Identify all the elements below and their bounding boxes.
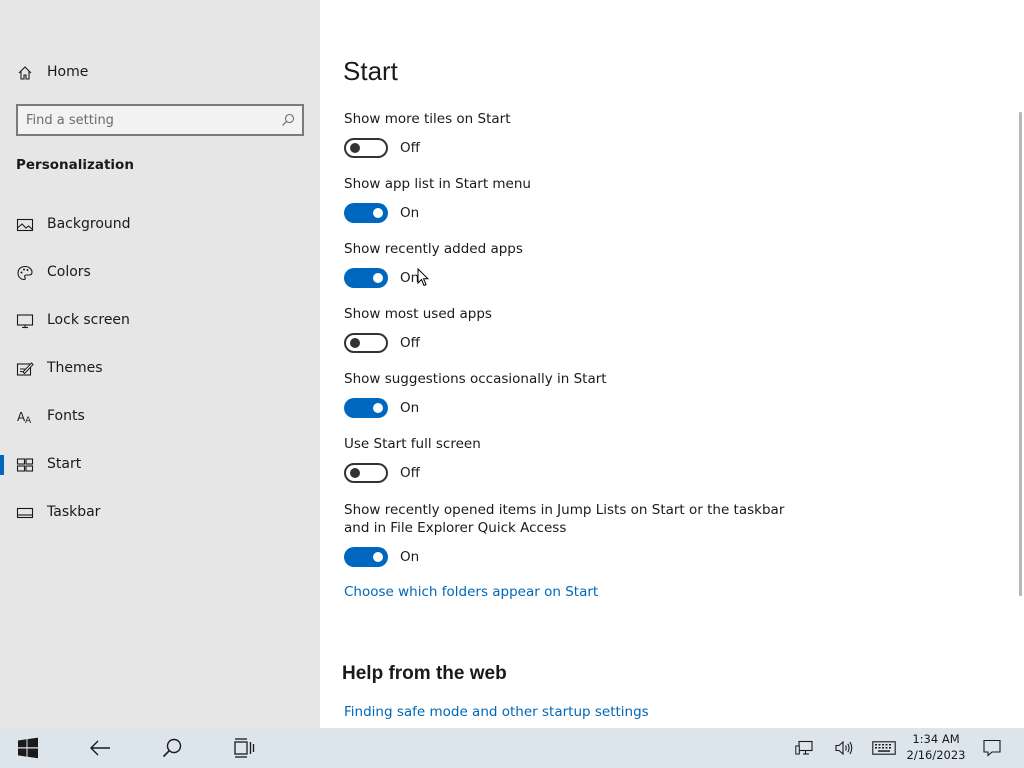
main-content: Start Show more tiles on Start Off Show … (320, 0, 1024, 728)
toggle-state-label: On (400, 400, 420, 416)
setting-show-recently-added: Show recently added apps On (344, 240, 804, 288)
sidebar-item-background[interactable]: Background (0, 205, 320, 245)
toggle-state-label: On (400, 549, 420, 565)
search-icon[interactable] (281, 113, 295, 127)
toggle-row[interactable]: On (344, 203, 419, 223)
toggle-row[interactable]: On (344, 268, 419, 288)
toggle-row[interactable]: Off (344, 138, 420, 158)
toggle-state-label: On (400, 205, 420, 221)
help-link-safe-mode[interactable]: Finding safe mode and other startup sett… (344, 704, 649, 720)
sidebar-item-label: Start (47, 456, 82, 472)
toggle-row[interactable]: On (344, 547, 419, 567)
task-view-button[interactable] (220, 728, 268, 768)
back-arrow-icon (90, 740, 110, 756)
action-center-button[interactable] (976, 728, 1008, 768)
toggle-row[interactable]: Off (344, 333, 420, 353)
windows-logo-icon (18, 737, 38, 759)
selection-indicator (0, 455, 4, 475)
network-icon (795, 740, 813, 755)
clock-time: 1:34 AM (912, 732, 960, 746)
sidebar-item-colors[interactable]: Colors (0, 253, 320, 293)
setting-label: Show most used apps (344, 306, 492, 322)
toggle-switch[interactable] (344, 333, 388, 353)
search-box[interactable] (16, 104, 304, 136)
back-button[interactable] (76, 728, 124, 768)
setting-show-most-used: Show most used apps Off (344, 305, 804, 353)
sidebar-item-label: Background (47, 216, 131, 232)
sidebar-item-label: Themes (47, 360, 103, 376)
page-title: Start (343, 56, 398, 86)
sidebar-item-label: Taskbar (47, 504, 101, 520)
toggle-switch[interactable] (344, 398, 388, 418)
choose-folders-link[interactable]: Choose which folders appear on Start (344, 584, 598, 600)
paintbrush-icon (16, 362, 34, 376)
sidebar-item-label: Fonts (47, 408, 85, 424)
setting-show-app-list: Show app list in Start menu On (344, 175, 804, 223)
toggle-row[interactable]: Off (344, 463, 420, 483)
svg-text:A: A (25, 416, 32, 425)
search-button[interactable] (148, 728, 196, 768)
toggle-switch[interactable] (344, 463, 388, 483)
sidebar-item-label: Colors (47, 264, 91, 280)
monitor-icon (16, 314, 34, 329)
taskbar: 1:34 AM 2/16/2023 (0, 728, 1024, 768)
toggle-state-label: Off (400, 465, 420, 481)
sidebar: Home Personalization Background Colors (0, 0, 320, 728)
toggle-switch[interactable] (344, 203, 388, 223)
task-view-icon (234, 738, 255, 758)
volume-tray-button[interactable] (828, 728, 860, 768)
network-tray-button[interactable] (788, 728, 820, 768)
sidebar-item-label: Lock screen (47, 312, 130, 328)
toggle-switch[interactable] (344, 268, 388, 288)
toggle-state-label: Off (400, 140, 420, 156)
palette-icon (17, 265, 33, 281)
keyboard-icon (872, 741, 896, 755)
sidebar-item-themes[interactable]: Themes (0, 349, 320, 389)
section-title: Personalization (16, 157, 134, 173)
notification-icon (983, 739, 1001, 757)
setting-label: Show recently opened items in Jump Lists… (344, 502, 785, 536)
start-button[interactable] (4, 728, 52, 768)
sidebar-item-taskbar[interactable]: Taskbar (0, 493, 320, 533)
search-icon (162, 738, 182, 758)
touch-keyboard-button[interactable] (866, 728, 902, 768)
sidebar-item-fonts[interactable]: A A Fonts (0, 397, 320, 437)
setting-label: Use Start full screen (344, 436, 481, 452)
help-section-title: Help from the web (342, 663, 507, 684)
taskbar-icon (16, 507, 34, 519)
sidebar-item-lock-screen[interactable]: Lock screen (0, 301, 320, 341)
toggle-state-label: Off (400, 335, 420, 351)
setting-label: Show recently added apps (344, 241, 523, 257)
search-input[interactable] (26, 111, 276, 129)
toggle-row[interactable]: On (344, 398, 419, 418)
setting-label: Show more tiles on Start (344, 111, 511, 127)
font-icon: A A (17, 410, 32, 425)
toggle-switch[interactable] (344, 547, 388, 567)
setting-jump-lists: Show recently opened items in Jump Lists… (344, 501, 804, 567)
mouse-cursor-icon (417, 268, 429, 287)
home-icon (18, 66, 32, 80)
clock-date: 2/16/2023 (906, 748, 966, 762)
home-label: Home (47, 64, 89, 80)
toggle-switch[interactable] (344, 138, 388, 158)
setting-label: Show suggestions occasionally in Start (344, 371, 607, 387)
sidebar-item-start[interactable]: Start (0, 445, 320, 485)
scrollbar[interactable] (1019, 112, 1022, 596)
setting-show-more-tiles: Show more tiles on Start Off (344, 110, 804, 158)
clock[interactable]: 1:34 AM 2/16/2023 (900, 730, 972, 766)
home-nav-item[interactable]: Home (0, 57, 320, 89)
setting-label: Show app list in Start menu (344, 176, 531, 192)
setting-full-screen: Use Start full screen Off (344, 435, 804, 483)
picture-icon (16, 218, 34, 232)
setting-show-suggestions: Show suggestions occasionally in Start O… (344, 370, 804, 418)
start-tiles-icon (16, 458, 34, 472)
speaker-icon (835, 740, 853, 756)
